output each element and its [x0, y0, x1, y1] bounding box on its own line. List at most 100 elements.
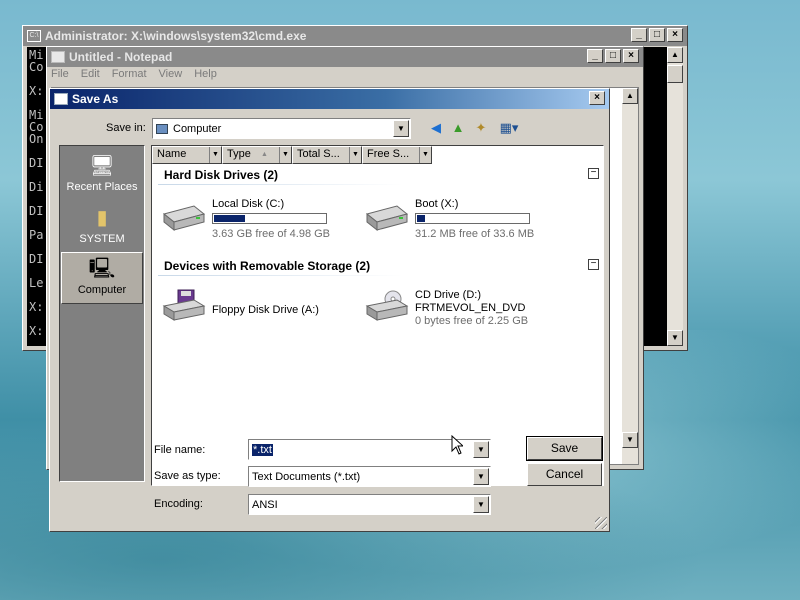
save-as-type-value: Text Documents (*.txt): [252, 470, 361, 483]
encoding-value: ANSI: [252, 498, 278, 511]
encoding-label: Encoding:: [154, 498, 203, 510]
drive-usage-bar: [415, 213, 530, 224]
save-as-icon: [54, 93, 68, 105]
menu-view[interactable]: View: [159, 68, 183, 80]
notepad-maximize-button[interactable]: □: [605, 49, 621, 63]
file-name-input[interactable]: *.txt: [252, 443, 273, 456]
computer-small-icon: [156, 123, 168, 134]
group-divider: [158, 184, 403, 185]
group-removable-storage[interactable]: Devices with Removable Storage (2): [164, 259, 370, 273]
place-recent-places[interactable]: 🖥 Recent Places: [61, 150, 143, 202]
drive-local-disk-c[interactable]: Local Disk (C:) 3.63 GB free of 4.98 GB: [160, 198, 360, 248]
save-as-close-button[interactable]: ×: [589, 91, 605, 105]
column-free-space[interactable]: Free S... ▼: [362, 146, 432, 164]
drive-usage-bar: [212, 213, 327, 224]
menu-file[interactable]: File: [51, 68, 69, 80]
save-as-type-combo[interactable]: Text Documents (*.txt) ▼: [248, 466, 491, 487]
drive-name: Floppy Disk Drive (A:): [212, 304, 319, 316]
place-label: Recent Places: [66, 181, 138, 193]
column-dropdown-icon[interactable]: ▼: [419, 147, 431, 163]
file-name-dropdown-icon[interactable]: ▼: [473, 441, 489, 458]
notepad-icon: [51, 51, 65, 63]
save-button[interactable]: Save: [526, 436, 603, 461]
file-name-combo[interactable]: *.txt ▼: [248, 435, 491, 460]
save-in-value: Computer: [173, 122, 222, 135]
column-name[interactable]: Name ▼: [152, 146, 222, 164]
hard-disk-icon: [162, 205, 206, 232]
save-as-type-label: Save as type:: [154, 470, 221, 482]
save-as-titlebar[interactable]: Save As ×: [50, 89, 609, 109]
place-label: SYSTEM: [79, 233, 125, 245]
save-in-combo[interactable]: Computer ▼: [152, 118, 411, 139]
floppy-drive-icon: [162, 289, 206, 321]
notepad-menubar: File Edit Format View Help: [51, 68, 217, 80]
drive-name: Local Disk (C:): [212, 198, 285, 210]
cmd-maximize-button[interactable]: □: [649, 28, 665, 42]
encoding-dropdown-icon[interactable]: ▼: [473, 496, 489, 513]
group-divider: [158, 275, 403, 276]
column-type[interactable]: Type ▲ ▼: [222, 146, 292, 164]
new-folder-icon[interactable]: ✦: [472, 119, 490, 137]
computer-icon: 🖳: [88, 258, 116, 280]
column-dropdown-icon[interactable]: ▼: [349, 147, 361, 163]
drive-name: Boot (X:): [415, 198, 459, 210]
drive-free-space: 3.63 GB free of 4.98 GB: [212, 228, 331, 240]
cmd-title: Administrator: X:\windows\system32\cmd.e…: [45, 29, 307, 43]
save-in-dropdown-icon[interactable]: ▼: [393, 120, 409, 137]
cmd-scroll-up-icon[interactable]: ▲: [667, 47, 683, 63]
cmd-scroll-down-icon[interactable]: ▼: [667, 330, 683, 346]
save-as-type-dropdown-icon[interactable]: ▼: [473, 468, 489, 485]
cmd-minimize-button[interactable]: _: [631, 28, 647, 42]
recent-places-icon: 🖥: [89, 155, 115, 177]
cd-drive-icon: [365, 290, 409, 321]
drive-usage-fill: [417, 215, 425, 222]
notepad-scroll-up-icon[interactable]: ▲: [622, 88, 638, 104]
notepad-scrollbar[interactable]: ▲ ▼: [622, 88, 638, 464]
drive-cd-d[interactable]: CD Drive (D:) FRTMEVOL_EN_DVD 0 bytes fr…: [363, 289, 583, 339]
column-total-size[interactable]: Total S... ▼: [292, 146, 362, 164]
drive-volume-label: FRTMEVOL_EN_DVD: [415, 302, 526, 314]
drive-usage-fill: [214, 215, 245, 222]
save-in-label: Save in:: [106, 122, 146, 134]
cancel-button[interactable]: Cancel: [527, 463, 602, 486]
cursor-arrow-icon: [451, 435, 463, 455]
drive-free-space: 0 bytes free of 2.25 GB: [415, 315, 529, 327]
cmd-titlebar[interactable]: C:\ Administrator: X:\windows\system32\c…: [23, 26, 687, 46]
drive-name: CD Drive (D:): [415, 289, 481, 301]
places-bar: 🖥 Recent Places ▮ SYSTEM 🖳 Computer: [59, 145, 145, 482]
menu-format[interactable]: Format: [112, 68, 147, 80]
notepad-titlebar[interactable]: Untitled - Notepad _ □ ×: [47, 47, 643, 67]
place-system[interactable]: ▮ SYSTEM: [61, 202, 143, 254]
save-as-title: Save As: [72, 92, 119, 106]
cmd-icon: C:\: [27, 30, 41, 42]
place-label: Computer: [77, 284, 127, 296]
group-hard-disk-drives[interactable]: Hard Disk Drives (2): [164, 168, 278, 182]
notepad-minimize-button[interactable]: _: [587, 49, 603, 63]
cmd-close-button[interactable]: ×: [667, 28, 683, 42]
menu-edit[interactable]: Edit: [81, 68, 100, 80]
notepad-scroll-down-icon[interactable]: ▼: [622, 432, 638, 448]
menu-help[interactable]: Help: [194, 68, 217, 80]
drive-free-space: 31.2 MB free of 33.6 MB: [415, 228, 535, 240]
back-icon[interactable]: ◀: [427, 119, 445, 137]
views-menu-icon[interactable]: ▦▾: [497, 119, 521, 137]
column-dropdown-icon[interactable]: ▼: [209, 147, 221, 163]
save-as-dialog[interactable]: Save As × Save in: Computer ▼ ◀ ▲ ✦ ▦▾ 🖥…: [49, 88, 610, 532]
drive-floppy-a[interactable]: Floppy Disk Drive (A:): [160, 289, 360, 339]
file-name-label: File name:: [154, 444, 206, 456]
collapse-icon[interactable]: −: [588, 259, 599, 270]
column-dropdown-icon[interactable]: ▼: [279, 147, 291, 163]
hard-disk-icon: [365, 205, 409, 232]
cmd-scrollbar[interactable]: ▲ ▼: [667, 47, 683, 346]
notepad-close-button[interactable]: ×: [623, 49, 639, 63]
drive-boot-x[interactable]: Boot (X:) 31.2 MB free of 33.6 MB: [363, 198, 563, 248]
notepad-title: Untitled - Notepad: [69, 50, 173, 64]
cmd-scroll-thumb[interactable]: [667, 65, 683, 83]
collapse-icon[interactable]: −: [588, 168, 599, 179]
file-list[interactable]: Name ▼ Type ▲ ▼ Total S... ▼ Free S... ▼…: [151, 145, 604, 486]
place-computer[interactable]: 🖳 Computer: [61, 252, 143, 304]
up-folder-icon[interactable]: ▲: [449, 119, 467, 137]
resize-grip-icon[interactable]: [595, 517, 607, 529]
sort-up-icon: ▲: [261, 151, 268, 158]
encoding-combo[interactable]: ANSI ▼: [248, 494, 491, 515]
